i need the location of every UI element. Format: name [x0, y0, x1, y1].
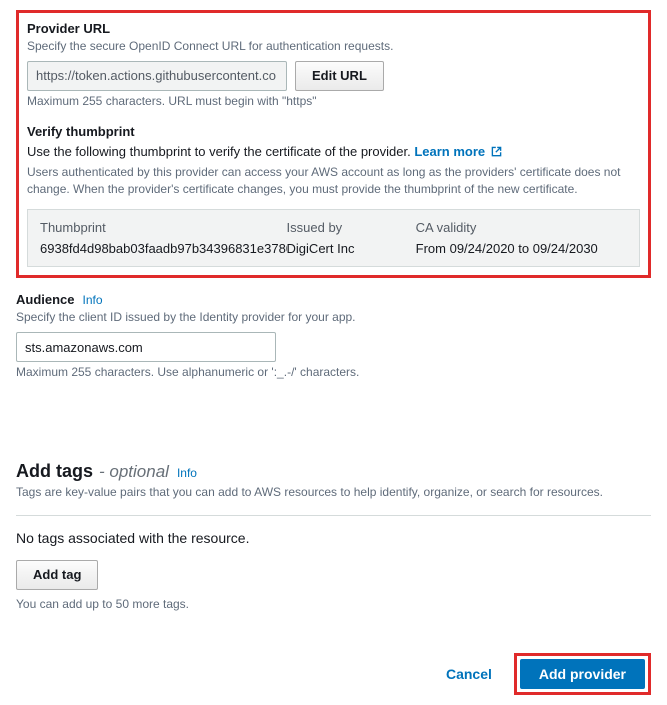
- external-link-icon: [491, 144, 502, 162]
- divider: [16, 515, 651, 516]
- issuedby-header: Issued by: [287, 220, 416, 235]
- learn-more-link[interactable]: Learn more: [414, 144, 501, 159]
- audience-section: Audience Info Specify the client ID issu…: [16, 288, 651, 381]
- tags-desc: Tags are key-value pairs that you can ad…: [16, 484, 651, 501]
- add-provider-button[interactable]: Add provider: [520, 659, 645, 689]
- add-tag-button[interactable]: Add tag: [16, 560, 98, 590]
- verify-desc: Use the following thumbprint to verify t…: [27, 143, 640, 162]
- audience-hint: Maximum 255 characters. Use alphanumeric…: [16, 364, 651, 381]
- audience-info-link[interactable]: Info: [83, 293, 103, 307]
- edit-url-button[interactable]: Edit URL: [295, 61, 384, 91]
- cancel-button[interactable]: Cancel: [438, 660, 500, 688]
- audience-desc: Specify the client ID issued by the Iden…: [16, 309, 651, 326]
- verify-sub-desc: Users authenticated by this provider can…: [27, 164, 640, 198]
- tags-section: Add tags - optional Info Tags are key-va…: [16, 461, 651, 613]
- audience-input[interactable]: [16, 332, 276, 362]
- tags-info-link[interactable]: Info: [177, 466, 197, 480]
- provider-url-desc: Specify the secure OpenID Connect URL fo…: [27, 38, 640, 55]
- tags-hint: You can add up to 50 more tags.: [16, 596, 651, 613]
- no-tags-text: No tags associated with the resource.: [16, 530, 651, 546]
- provider-url-hint: Maximum 255 characters. URL must begin w…: [27, 93, 640, 110]
- provider-url-input: [27, 61, 287, 91]
- thumbprint-header: Thumbprint: [40, 220, 287, 235]
- cavalidity-value: From 09/24/2020 to 09/24/2030: [416, 241, 627, 256]
- thumbprint-value: 6938fd4d98bab03faadb97b34396831e3780aea1: [40, 241, 287, 256]
- provider-url-label: Provider URL: [27, 21, 640, 36]
- thumbprint-data-row: 6938fd4d98bab03faadb97b34396831e3780aea1…: [40, 241, 627, 256]
- verify-thumbprint-label: Verify thumbprint: [27, 124, 640, 139]
- audience-label: Audience: [16, 292, 75, 307]
- issuedby-value: DigiCert Inc: [287, 241, 416, 256]
- highlighted-add-provider: Add provider: [514, 653, 651, 695]
- thumbprint-table: Thumbprint Issued by CA validity 6938fd4…: [27, 209, 640, 267]
- verify-desc-text: Use the following thumbprint to verify t…: [27, 144, 414, 159]
- thumbprint-header-row: Thumbprint Issued by CA validity: [40, 220, 627, 235]
- cavalidity-header: CA validity: [416, 220, 627, 235]
- add-tags-title: Add tags: [16, 461, 93, 482]
- optional-label: - optional: [99, 462, 169, 482]
- footer-actions: Cancel Add provider: [16, 653, 651, 695]
- highlighted-provider-section: Provider URL Specify the secure OpenID C…: [16, 10, 651, 278]
